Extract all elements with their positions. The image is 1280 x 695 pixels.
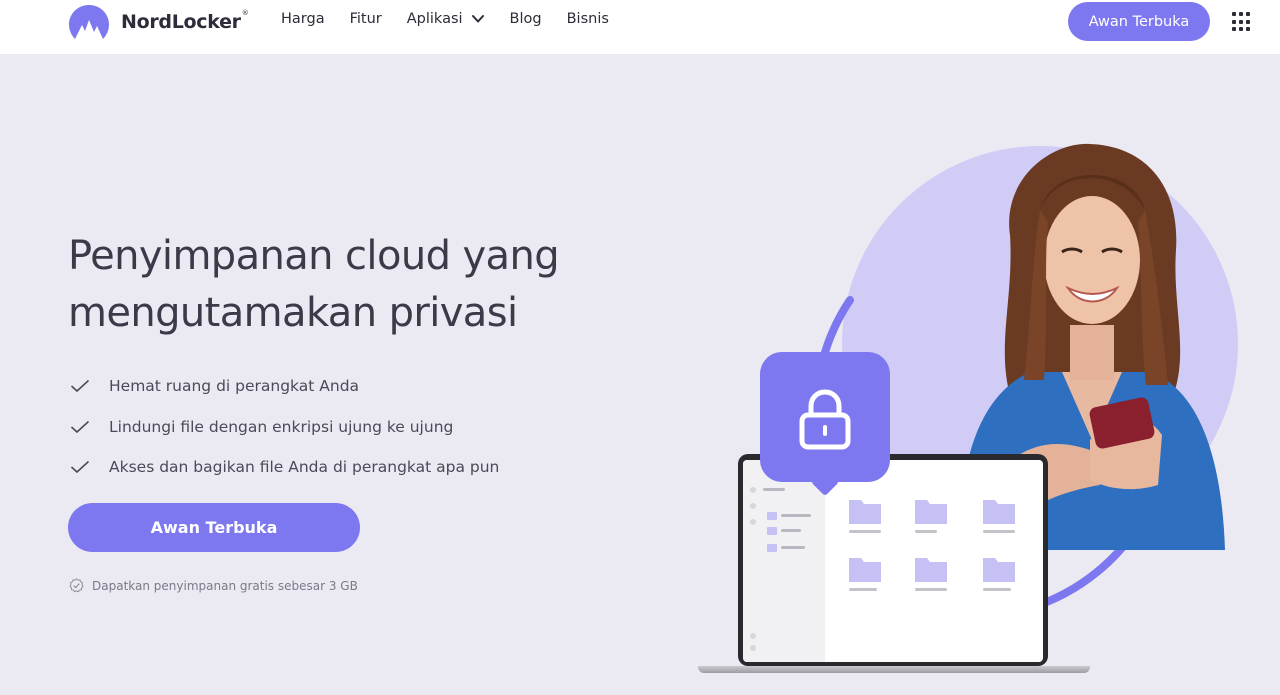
checkmark-icon bbox=[70, 380, 90, 393]
feature-text: Lindungi file dengan enkripsi ujung ke u… bbox=[109, 417, 454, 436]
nav-item-blog[interactable]: Blog bbox=[510, 11, 542, 27]
nav-item-aplikasi[interactable]: Aplikasi bbox=[407, 11, 485, 27]
hero-title: Penyimpanan cloud yang mengutamakan priv… bbox=[68, 228, 628, 342]
laptop-screen bbox=[743, 460, 1043, 662]
list-item: Akses dan bagikan file Anda di perangkat… bbox=[70, 447, 499, 488]
hero-title-line-1: Penyimpanan cloud yang bbox=[68, 233, 560, 279]
grid-dots-icon[interactable] bbox=[1232, 12, 1252, 32]
sidebar-lines bbox=[750, 487, 811, 651]
check-badge-icon bbox=[69, 578, 84, 593]
feature-list: Hemat ruang di perangkat Anda Lindungi f… bbox=[70, 366, 499, 488]
chevron-down-icon bbox=[471, 15, 484, 23]
nav-item-fitur[interactable]: Fitur bbox=[350, 11, 382, 27]
main-nav: Harga Fitur Aplikasi Blog Bisnis bbox=[281, 11, 634, 27]
list-item: Hemat ruang di perangkat Anda bbox=[70, 366, 499, 407]
hero-illustration bbox=[690, 120, 1280, 695]
feature-text: Hemat ruang di perangkat Anda bbox=[109, 377, 360, 396]
free-storage-note: Dapatkan penyimpanan gratis sebesar 3 GB bbox=[69, 578, 358, 593]
laptop-illustration bbox=[738, 454, 1048, 666]
nav-item-bisnis[interactable]: Bisnis bbox=[567, 11, 609, 27]
lock-icon bbox=[799, 389, 851, 450]
nav-item-harga[interactable]: Harga bbox=[281, 11, 325, 27]
nav-item-label: Fitur bbox=[349, 11, 382, 27]
checkmark-icon bbox=[70, 461, 90, 474]
mountain-logo-icon bbox=[69, 5, 109, 39]
screen-sidebar bbox=[743, 460, 825, 662]
nordlocker-logo[interactable]: NordLocker® bbox=[68, 4, 249, 40]
open-cloud-button-header[interactable]: Awan Terbuka bbox=[1068, 2, 1210, 41]
nav-item-label: Aplikasi bbox=[406, 11, 463, 27]
laptop-base bbox=[698, 666, 1090, 673]
nav-item-label: Bisnis bbox=[566, 11, 609, 27]
top-navbar: NordLocker® Harga Fitur Aplikasi Blog Bi… bbox=[0, 0, 1280, 54]
folder-grid bbox=[849, 500, 1015, 591]
open-cloud-button-hero[interactable]: Awan Terbuka bbox=[68, 503, 360, 552]
checkmark-icon bbox=[70, 420, 90, 433]
nav-item-label: Blog bbox=[509, 11, 542, 27]
hero-title-line-2: mengutamakan privasi bbox=[68, 290, 518, 336]
list-item: Lindungi file dengan enkripsi ujung ke u… bbox=[70, 407, 499, 448]
feature-text: Akses dan bagikan file Anda di perangkat… bbox=[109, 458, 500, 477]
nav-item-label: Harga bbox=[281, 11, 325, 27]
free-storage-text: Dapatkan penyimpanan gratis sebesar 3 GB bbox=[92, 578, 358, 593]
logo-text: NordLocker® bbox=[121, 9, 249, 33]
